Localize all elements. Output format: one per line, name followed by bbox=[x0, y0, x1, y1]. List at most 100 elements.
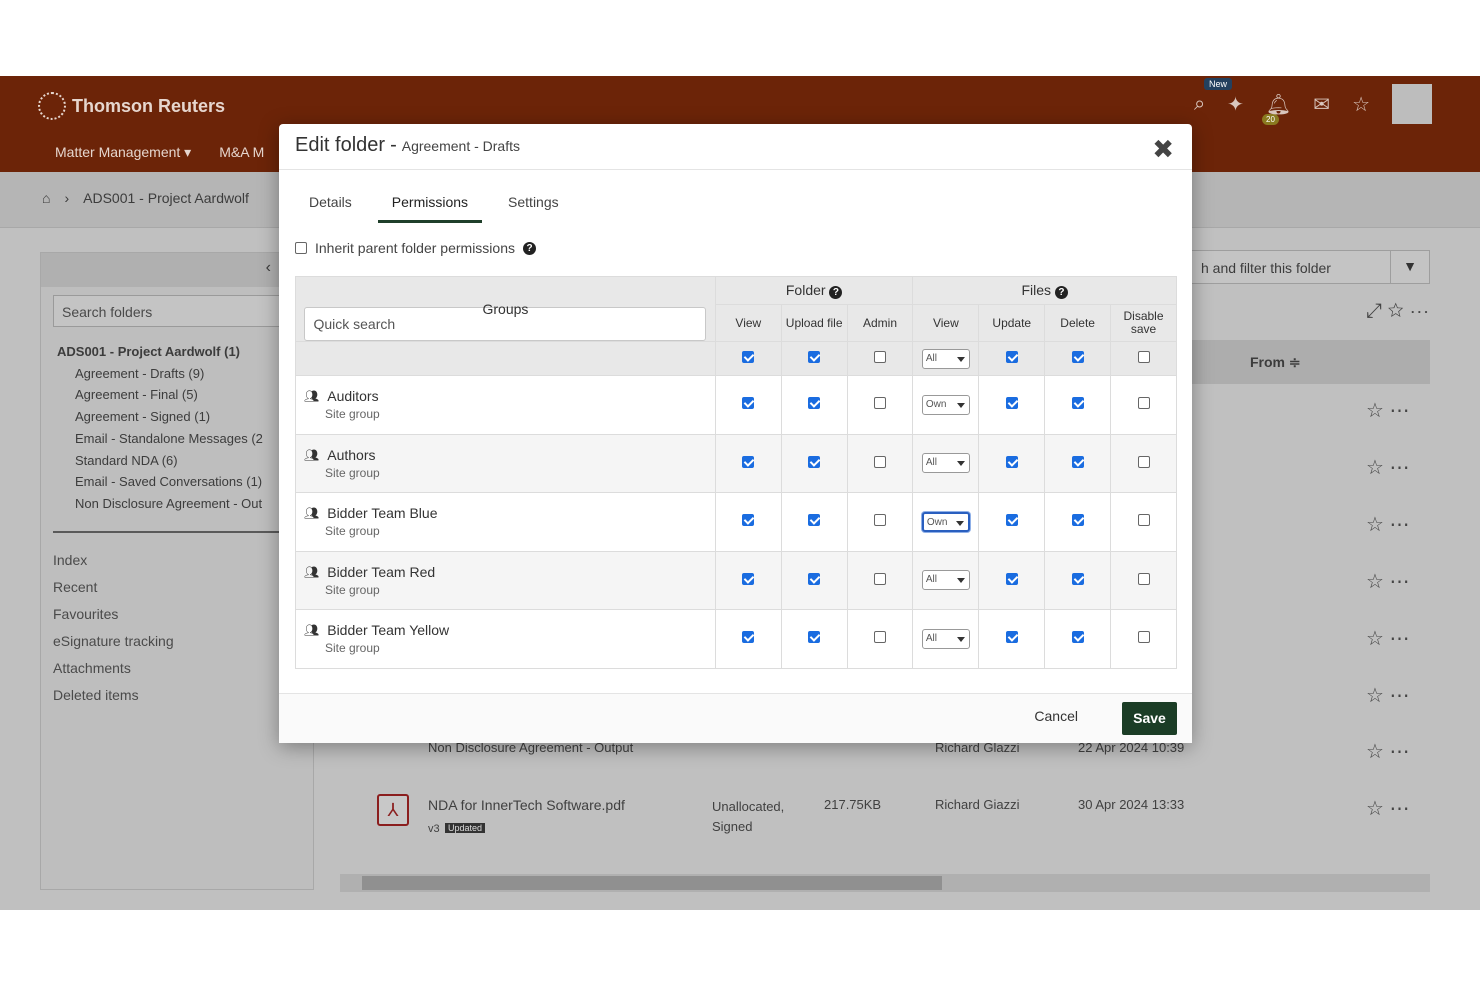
row-actions[interactable]: ☆ ⋯ bbox=[1366, 569, 1410, 594]
row-actions[interactable]: ⤢ ☆ ⋯ bbox=[1366, 300, 1429, 323]
all-delete-checkbox[interactable] bbox=[1071, 351, 1084, 363]
row-actions[interactable]: ☆ ⋯ bbox=[1366, 796, 1410, 821]
filter-icon[interactable]: ▼ bbox=[1390, 250, 1430, 284]
delete-checkbox[interactable] bbox=[1071, 572, 1084, 585]
admin-checkbox[interactable] bbox=[874, 631, 886, 644]
delete-checkbox[interactable] bbox=[1071, 631, 1084, 644]
tree-folder[interactable]: Standard NDA (6) bbox=[57, 450, 297, 472]
delete-cell bbox=[1044, 609, 1112, 669]
view-checkbox[interactable] bbox=[742, 514, 755, 527]
tree-folder[interactable]: Email - Saved Conversations (1) bbox=[57, 471, 297, 493]
cancel-button[interactable]: Cancel bbox=[1034, 708, 1078, 724]
view-checkbox[interactable] bbox=[742, 397, 755, 410]
tree-folder[interactable]: Agreement - Drafts (9) bbox=[57, 363, 297, 385]
mail-icon[interactable]: ✉ bbox=[1313, 92, 1330, 117]
link-recent[interactable]: Recent bbox=[53, 574, 301, 601]
collapse-sidebar-icon[interactable]: ‹ bbox=[41, 253, 313, 287]
close-icon[interactable]: ✖ bbox=[1152, 134, 1174, 165]
row-actions[interactable]: ☆ ⋯ bbox=[1366, 512, 1410, 537]
all-upload-cell bbox=[780, 341, 848, 376]
help-icon[interactable]: ? bbox=[523, 241, 536, 255]
upload-cell bbox=[780, 375, 848, 435]
file-view-select[interactable]: Own bbox=[921, 394, 970, 415]
admin-checkbox[interactable] bbox=[874, 455, 886, 468]
nav-matter-management[interactable]: Matter Management ▾ bbox=[55, 144, 191, 161]
tree-folder[interactable]: Email - Standalone Messages (2 bbox=[57, 428, 297, 450]
link-favourites[interactable]: Favourites bbox=[53, 601, 301, 628]
sparkle-icon[interactable]: ✦ bbox=[1227, 92, 1244, 117]
all-upload-checkbox[interactable] bbox=[808, 351, 821, 363]
horizontal-scrollbar[interactable] bbox=[340, 874, 1430, 892]
all-disable-checkbox[interactable] bbox=[1137, 351, 1150, 363]
link-deleted-items[interactable]: Deleted items bbox=[53, 682, 301, 709]
tree-folder[interactable]: Non Disclosure Agreement - Out bbox=[57, 493, 297, 515]
delete-checkbox[interactable] bbox=[1071, 455, 1084, 468]
file-view-select[interactable]: All bbox=[921, 570, 970, 591]
upload-checkbox[interactable] bbox=[808, 397, 821, 410]
admin-checkbox[interactable] bbox=[874, 397, 886, 410]
nav-ma[interactable]: M&A M bbox=[219, 144, 264, 161]
tree-folder[interactable]: Agreement - Final (5) bbox=[57, 384, 297, 406]
update-checkbox[interactable] bbox=[1005, 514, 1018, 527]
avatar[interactable] bbox=[1392, 84, 1432, 124]
update-checkbox[interactable] bbox=[1005, 455, 1018, 468]
all-view-checkbox[interactable] bbox=[742, 351, 755, 363]
files-header-label: Files bbox=[1021, 282, 1052, 298]
breadcrumb-project[interactable]: ADS001 - Project Aardwolf bbox=[83, 190, 249, 206]
folder-tree: ADS001 - Project Aardwolf (1) Agreement … bbox=[41, 335, 313, 521]
upload-checkbox[interactable] bbox=[808, 455, 821, 468]
file-view-select[interactable]: Own bbox=[921, 511, 970, 532]
upload-checkbox[interactable] bbox=[808, 514, 821, 527]
view-checkbox[interactable] bbox=[742, 572, 755, 585]
bell-icon[interactable]: 🔔︎ bbox=[1266, 92, 1291, 117]
disable-save-checkbox[interactable] bbox=[1137, 631, 1150, 644]
tab-details[interactable]: Details bbox=[295, 182, 366, 223]
row-actions[interactable]: ☆ ⋯ bbox=[1366, 683, 1410, 708]
link-index[interactable]: Index bbox=[53, 547, 301, 574]
tab-permissions[interactable]: Permissions bbox=[377, 182, 483, 223]
top-icons: ⌕ ✦ 🔔︎ ✉ ☆ bbox=[1194, 84, 1432, 124]
row-actions[interactable]: ☆ ⋯ bbox=[1366, 739, 1410, 764]
row-actions[interactable]: ☆ ⋯ bbox=[1366, 455, 1410, 480]
delete-checkbox[interactable] bbox=[1071, 397, 1084, 410]
all-update-checkbox[interactable] bbox=[1005, 351, 1018, 363]
upload-checkbox[interactable] bbox=[808, 572, 821, 585]
logo[interactable]: Thomson Reuters bbox=[38, 92, 225, 120]
update-checkbox[interactable] bbox=[1005, 397, 1018, 410]
delete-cell bbox=[1044, 492, 1112, 552]
update-checkbox[interactable] bbox=[1005, 631, 1018, 644]
search-folders-input[interactable]: Search folders bbox=[53, 295, 301, 327]
row-actions[interactable]: ☆ ⋯ bbox=[1366, 398, 1410, 423]
admin-checkbox[interactable] bbox=[874, 572, 886, 585]
search-icon[interactable]: ⌕ bbox=[1194, 93, 1205, 116]
disable-save-checkbox[interactable] bbox=[1137, 572, 1150, 585]
row-actions[interactable]: ☆ ⋯ bbox=[1366, 626, 1410, 651]
inherit-checkbox[interactable] bbox=[295, 242, 307, 254]
tree-folder[interactable]: Agreement - Signed (1) bbox=[57, 406, 297, 428]
file-view-select[interactable]: All bbox=[921, 628, 970, 649]
tree-root[interactable]: ADS001 - Project Aardwolf (1) bbox=[57, 341, 297, 363]
file-view-select[interactable]: All bbox=[921, 453, 970, 474]
disable-save-checkbox[interactable] bbox=[1137, 397, 1150, 410]
all-file-view-select[interactable]: All bbox=[921, 348, 970, 369]
link-attachments[interactable]: Attachments bbox=[53, 655, 301, 682]
file-name[interactable]: NDA for InnerTech Software.pdf bbox=[428, 797, 625, 813]
from-column-header[interactable]: From ≑ bbox=[1190, 340, 1430, 384]
disable-save-checkbox[interactable] bbox=[1137, 455, 1150, 468]
home-icon[interactable]: ⌂ bbox=[42, 190, 50, 206]
admin-checkbox[interactable] bbox=[874, 514, 886, 527]
all-admin-checkbox[interactable] bbox=[874, 351, 886, 363]
help-icon[interactable]: ? bbox=[829, 286, 843, 299]
delete-checkbox[interactable] bbox=[1071, 514, 1084, 527]
scroll-thumb[interactable] bbox=[362, 876, 942, 890]
upload-checkbox[interactable] bbox=[808, 631, 821, 644]
tab-settings[interactable]: Settings bbox=[494, 182, 573, 223]
view-checkbox[interactable] bbox=[742, 455, 755, 468]
view-checkbox[interactable] bbox=[742, 631, 755, 644]
star-icon[interactable]: ☆ bbox=[1352, 92, 1370, 117]
disable-save-checkbox[interactable] bbox=[1137, 514, 1150, 527]
link-esignature[interactable]: eSignature tracking bbox=[53, 628, 301, 655]
save-button[interactable]: Save bbox=[1122, 702, 1177, 735]
help-icon[interactable]: ? bbox=[1054, 286, 1068, 299]
update-checkbox[interactable] bbox=[1005, 572, 1018, 585]
